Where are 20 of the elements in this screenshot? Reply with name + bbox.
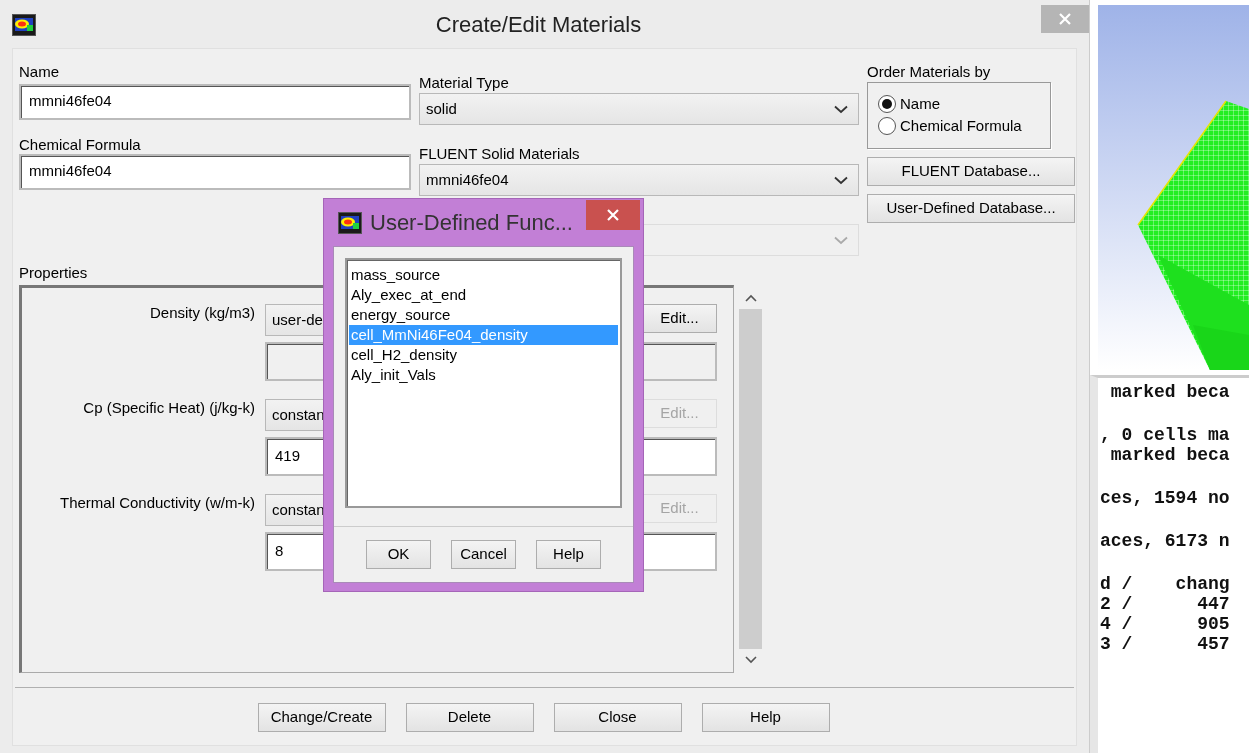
- group-label: Order Materials by: [867, 63, 991, 80]
- console-line: 4 / 905: [1100, 614, 1230, 634]
- window-title: User-Defined Func...: [370, 209, 574, 237]
- console-line: , 0 cells ma: [1100, 425, 1230, 445]
- console-line: 2 / 447: [1100, 594, 1230, 614]
- field-label: FLUENT Solid Materials: [419, 145, 581, 162]
- console-line: marked beca: [1109, 445, 1230, 465]
- console-line: marked beca: [1109, 382, 1230, 402]
- console-line: aces, 6173 n: [1100, 531, 1230, 551]
- console-line: d / chang: [1100, 574, 1230, 594]
- property-label: Thermal Conductivity (w/m-k): [58, 494, 255, 513]
- console-line: ces, 1594 no: [1100, 488, 1230, 508]
- console-line: 3 / 457: [1100, 634, 1230, 654]
- field-label: Chemical Formula: [19, 136, 142, 153]
- property-label: Cp (Specific Heat) (j/kg-k): [82, 399, 255, 418]
- field-label: Name: [19, 63, 60, 80]
- field-label: Material Type: [419, 74, 510, 91]
- window-title: Create/Edit Materials: [434, 10, 643, 39]
- property-label: Density (kg/m3): [148, 304, 255, 323]
- section-label: Properties: [19, 264, 88, 281]
